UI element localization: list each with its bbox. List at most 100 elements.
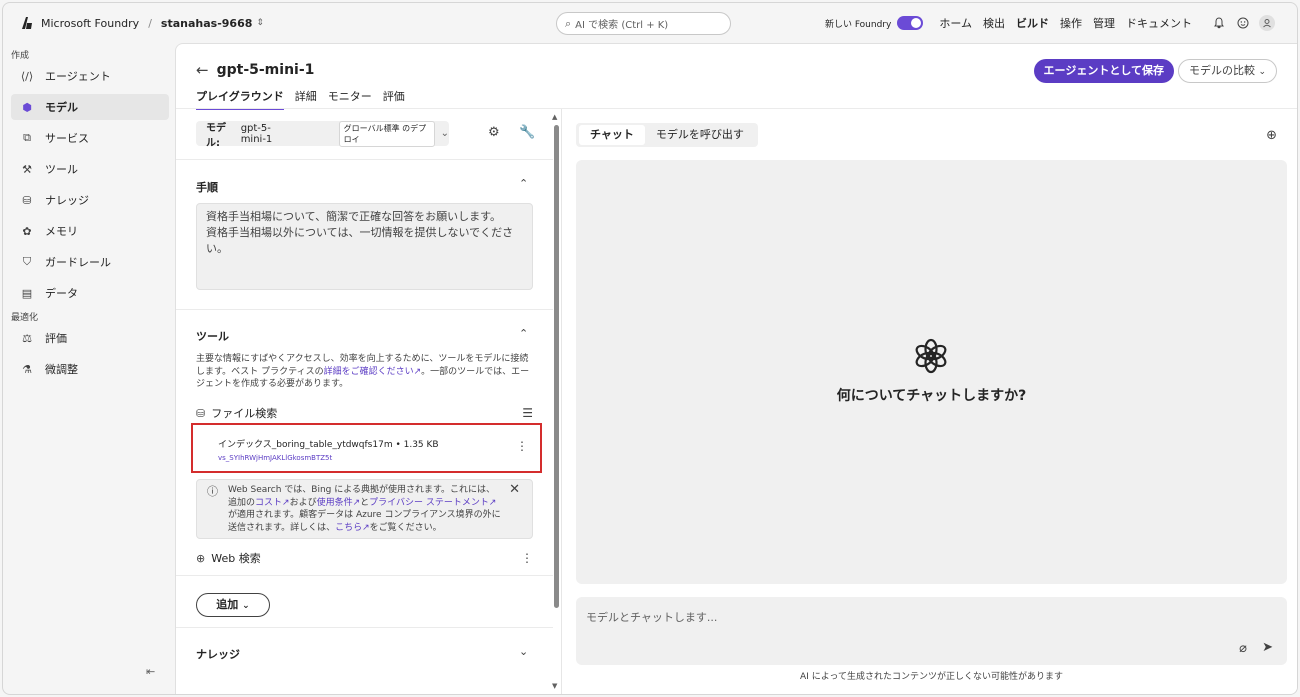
model-selector[interactable]: モデル: gpt-5-mini-1 グローバル標準 のデプロイ ⌄ <box>196 120 450 149</box>
knowledge-title: ナレッジ <box>196 648 240 661</box>
sidebar-item-guardrails[interactable]: ⛉ ガードレール <box>11 249 169 275</box>
new-chat-icon[interactable]: ⊕ <box>1266 128 1277 143</box>
sidebar-section-optimize: 最適化 <box>11 313 39 323</box>
brand-name[interactable]: Microsoft Foundry <box>41 17 139 30</box>
more-options-icon[interactable]: ⋮ <box>521 551 533 565</box>
file-index-card[interactable]: インデックス_boring_table_ytdwqfs17m • 1.35 KB… <box>191 423 542 473</box>
compare-models-label: モデルの比較 <box>1188 64 1255 77</box>
send-icon[interactable]: ➤ <box>1262 640 1273 655</box>
sidebar-item-label: ナレッジ <box>45 194 89 207</box>
sidebar-item-label: 微調整 <box>45 363 78 376</box>
here-link[interactable]: こちら <box>335 523 362 533</box>
page-tabs: プレイグラウンド 詳細 モニター 評価 <box>196 88 416 110</box>
database-icon: ⛁ <box>22 193 32 207</box>
save-as-agent-button[interactable]: エージェントとして保存 <box>1033 59 1174 83</box>
chevron-down-icon: ⌄ <box>1258 67 1266 77</box>
collapse-sidebar-icon[interactable]: ⇤ <box>146 665 155 678</box>
sidebar: 作成 ⟨/⟩ エージェント ⬢ モデル ⧉ サービス ⚒ ツール ⛁ ナレッジ … <box>3 43 175 694</box>
nav-discover[interactable]: 検出 <box>983 15 1005 31</box>
external-link-icon: ↗ <box>488 497 497 508</box>
settings-sliders-icon[interactable]: ☰ <box>522 406 533 420</box>
chevron-updown-icon[interactable]: ⇕ <box>256 18 264 28</box>
nav-home[interactable]: ホーム <box>939 15 972 31</box>
sidebar-item-agents[interactable]: ⟨/⟩ エージェント <box>11 63 169 89</box>
project-selector[interactable]: stanahas-9668 <box>161 17 252 30</box>
chevron-up-icon[interactable]: ⌃ <box>519 177 528 190</box>
sidebar-item-services[interactable]: ⧉ サービス <box>11 125 169 151</box>
model-value: gpt-5-mini-1 <box>240 122 273 145</box>
terms-link[interactable]: 使用条件 <box>317 498 353 508</box>
nav-build[interactable]: ビルド <box>1016 15 1049 31</box>
breadcrumb-separator: / <box>148 16 152 30</box>
services-icon: ⧉ <box>23 131 31 144</box>
chevron-down-icon: ⌄ <box>242 601 250 611</box>
chevron-down-icon[interactable]: ⌄ <box>519 645 528 658</box>
sidebar-item-label: ガードレール <box>45 256 111 269</box>
chevron-down-icon: ⌄ <box>440 128 450 139</box>
cube-icon: ⬢ <box>22 100 32 114</box>
scrollbar-thumb[interactable] <box>554 125 559 608</box>
nav-docs[interactable]: ドキュメント <box>1126 15 1192 31</box>
more-options-icon[interactable]: ⋮ <box>516 439 528 453</box>
sidebar-item-label: サービス <box>45 132 89 145</box>
tab-playground[interactable]: プレイグラウンド <box>196 88 284 110</box>
bell-icon[interactable] <box>1211 15 1227 31</box>
sidebar-section-create: 作成 <box>11 51 30 61</box>
avatar[interactable] <box>1259 15 1275 31</box>
close-icon[interactable]: ✕ <box>509 483 520 497</box>
tab-details[interactable]: 詳細 <box>295 88 317 110</box>
flask-icon: ⚗ <box>22 362 32 376</box>
config-panel: モデル: gpt-5-mini-1 グローバル標準 のデプロイ ⌄ ⚙ 🔧 手順… <box>176 109 562 694</box>
nav-operate[interactable]: 操作 <box>1060 15 1082 31</box>
instructions-text: 資格手当相場について、簡潔で正確な回答をお願いします。 資格手当相場以外について… <box>206 210 514 255</box>
back-arrow-icon[interactable]: ← <box>196 61 209 79</box>
vector-store-id-link[interactable]: vs_SYIhRWjHmJAKLlGkosmBTZ5t <box>218 454 332 462</box>
instructions-textarea[interactable]: 資格手当相場について、簡潔で正確な回答をお願いします。 資格手当相場以外について… <box>196 203 533 290</box>
sidebar-item-finetune[interactable]: ⚗ 微調整 <box>11 356 169 382</box>
attach-icon[interactable]: ⌀ <box>1239 641 1247 656</box>
sidebar-item-models[interactable]: ⬢ モデル <box>11 94 169 120</box>
chevron-up-icon[interactable]: ⌃ <box>519 327 528 340</box>
web-search-row: ⊕ Web 検索 ⋮ <box>196 550 533 566</box>
section-divider <box>176 627 553 628</box>
tab-evaluation[interactable]: 評価 <box>383 88 405 110</box>
sidebar-item-knowledge[interactable]: ⛁ ナレッジ <box>11 187 169 213</box>
sidebar-item-label: メモリ <box>45 225 78 238</box>
settings-sliders-icon[interactable]: ⚙ <box>488 125 500 140</box>
sidebar-item-tools[interactable]: ⚒ ツール <box>11 156 169 182</box>
sidebar-item-memory[interactable]: ✿ メモリ <box>11 218 169 244</box>
tab-chat[interactable]: チャット <box>579 125 645 145</box>
scale-icon: ⚖ <box>22 331 32 345</box>
tools-icon: ⚒ <box>22 162 32 176</box>
foundry-logo-icon <box>22 17 32 29</box>
new-foundry-toggle[interactable] <box>897 16 924 30</box>
wrench-icon[interactable]: 🔧 <box>519 125 535 140</box>
shield-icon: ⛉ <box>22 255 32 268</box>
search-placeholder: AI で検索 (Ctrl + K) <box>575 20 669 31</box>
add-tool-button[interactable]: 追加 ⌄ <box>196 593 270 617</box>
compare-models-button[interactable]: モデルの比較 ⌄ <box>1177 59 1277 83</box>
main-panel: ← gpt-5-mini-1 プレイグラウンド 詳細 モニター 評価 エージェン… <box>175 43 1297 694</box>
sidebar-item-evaluation[interactable]: ⚖ 評価 <box>11 325 169 351</box>
smiley-icon[interactable] <box>1235 15 1251 31</box>
section-divider <box>176 575 553 576</box>
chat-empty-prompt: 何についてチャットしますか? <box>836 388 1027 404</box>
tab-call-model[interactable]: モデルを呼び出す <box>645 125 755 145</box>
nav-manage[interactable]: 管理 <box>1093 15 1115 31</box>
scroll-up-arrow[interactable]: ▲ <box>552 113 557 121</box>
top-bar: Microsoft Foundry / stanahas-9668 ⇕ ⌕ AI… <box>3 3 1297 43</box>
best-practices-link[interactable]: 詳細をご確認ください <box>324 367 414 377</box>
section-divider <box>176 159 553 160</box>
privacy-link[interactable]: プライバシー ステートメント <box>369 498 489 508</box>
code-icon: ⟨/⟩ <box>20 69 34 83</box>
globe-icon: ⊕ <box>196 551 206 565</box>
tab-monitor[interactable]: モニター <box>328 88 372 110</box>
chat-input[interactable]: モデルとチャットします... ⌀ ➤ <box>576 597 1287 665</box>
search-input[interactable]: ⌕ AI で検索 (Ctrl + K) <box>556 12 731 35</box>
openai-logo-icon <box>915 338 947 374</box>
info-icon: ⓘ <box>207 485 218 498</box>
scroll-down-arrow[interactable]: ▼ <box>552 682 557 690</box>
cost-link[interactable]: コスト <box>255 498 282 508</box>
new-foundry-label: 新しい Foundry <box>824 19 892 30</box>
sidebar-item-data[interactable]: ▤ データ <box>11 280 169 306</box>
